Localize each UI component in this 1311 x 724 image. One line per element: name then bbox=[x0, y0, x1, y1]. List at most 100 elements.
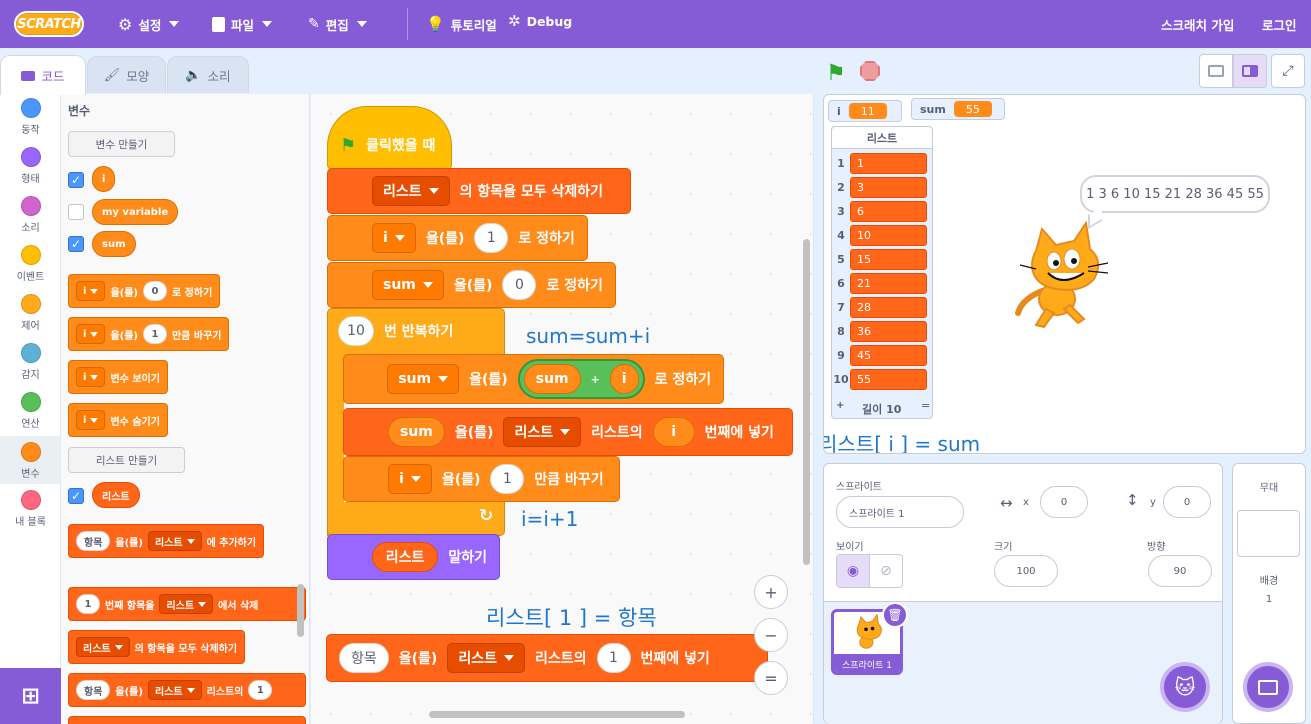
green-flag-button[interactable]: ⚑ bbox=[826, 61, 846, 86]
item-input[interactable]: 항목 bbox=[76, 531, 111, 551]
category-myblocks[interactable]: 내 블록 bbox=[0, 490, 61, 528]
insert-sum-block[interactable]: sum 을(를) 리스트 리스트의 i 번째에 넣기 bbox=[343, 408, 793, 456]
edit-menu[interactable]: ✎ 편집 bbox=[308, 0, 367, 48]
list-monitor[interactable]: 리스트 1 1 2 3 3 6 4 10 5 15 6 21 7 28 8 36 9 45 10 55 + 길이 10… bbox=[831, 126, 933, 419]
category-looks[interactable]: 형태 bbox=[0, 147, 61, 185]
join-link[interactable]: 스크래치 가입 bbox=[1161, 0, 1234, 48]
value-input[interactable]: 0 bbox=[142, 281, 167, 301]
category-variables[interactable]: 변수 bbox=[0, 436, 61, 484]
list-item[interactable]: 21 bbox=[850, 272, 927, 294]
tab-code[interactable]: 코드 bbox=[0, 55, 86, 95]
set-sum-block[interactable]: sum 을(를) 0 로 정하기 bbox=[327, 262, 616, 308]
set-variable-block[interactable]: i 을(를) 0 로 정하기 bbox=[68, 274, 221, 308]
i-reporter[interactable]: i bbox=[609, 364, 639, 394]
variable-dropdown[interactable]: i bbox=[76, 410, 106, 430]
category-operators[interactable]: 연산 bbox=[0, 392, 61, 430]
add-operator[interactable]: sum + i bbox=[517, 359, 645, 399]
category-sound[interactable]: 소리 bbox=[0, 196, 61, 234]
value-input[interactable]: 1 bbox=[490, 464, 525, 494]
zoom-in-button[interactable]: + bbox=[754, 575, 788, 609]
make-list-button[interactable]: 리스트 만들기 bbox=[68, 447, 185, 473]
script-workspace[interactable]: ⚑ 클릭했을 때 리스트 의 항목을 모두 삭제하기 i 을(를) 1 로 정하… bbox=[311, 94, 814, 724]
list-item[interactable]: 1 bbox=[850, 152, 927, 174]
zoom-out-button[interactable]: − bbox=[754, 618, 788, 652]
list-item[interactable]: 10 bbox=[850, 224, 927, 246]
say-block[interactable]: 리스트 말하기 bbox=[327, 534, 500, 580]
monitor-i[interactable]: i 11 bbox=[828, 100, 902, 122]
file-menu[interactable]: 파일 bbox=[212, 0, 273, 48]
list-item[interactable]: 36 bbox=[850, 320, 927, 342]
list-dropdown[interactable]: 리스트 bbox=[447, 643, 525, 673]
variable-dropdown[interactable]: sum bbox=[387, 364, 460, 394]
list-dropdown[interactable]: 리스트 bbox=[147, 680, 202, 700]
var-sum-reporter[interactable]: sum bbox=[92, 231, 136, 257]
y-input[interactable]: 0 bbox=[1163, 486, 1211, 518]
change-variable-block[interactable]: i 을(를) 1 만큼 바꾸기 bbox=[68, 317, 230, 351]
stage[interactable]: i 11 sum 55 리스트 1 1 2 3 3 6 4 10 5 15 6 21 7 28 8 36 9 45… bbox=[823, 94, 1306, 454]
insert-at-list-block[interactable]: 항목 을(를) 리스트 리스트의 1 bbox=[68, 673, 306, 707]
loose-insert-block[interactable]: 항목 을(를) 리스트 리스트의 1 번째에 넣기 bbox=[326, 634, 768, 682]
list-reporter[interactable]: 리스트 bbox=[92, 482, 140, 508]
partial-block[interactable] bbox=[68, 716, 306, 724]
index-input[interactable]: 1 bbox=[596, 643, 631, 673]
list-resize-handle[interactable]: = bbox=[921, 399, 930, 412]
palette-scrollbar[interactable] bbox=[297, 584, 304, 637]
repeat-count-input[interactable]: 10 bbox=[338, 316, 374, 346]
tab-costumes[interactable]: 🖌 모양 bbox=[87, 56, 166, 93]
add-to-list-block[interactable]: 항목 을(를) 리스트 에 추가하기 bbox=[68, 524, 265, 558]
hide-variable-block[interactable]: i 변수 숨기기 bbox=[68, 403, 168, 437]
index-input[interactable]: 1 bbox=[76, 594, 100, 614]
change-i-block[interactable]: i 을(를) 1 만큼 바꾸기 bbox=[343, 456, 620, 502]
scratch-logo[interactable]: SCRATCH bbox=[14, 11, 84, 37]
list-checkbox[interactable] bbox=[68, 488, 84, 504]
list-dropdown[interactable]: 리스트 bbox=[372, 176, 450, 206]
set-i-block[interactable]: i 을(를) 1 로 정하기 bbox=[327, 215, 588, 261]
category-control[interactable]: 제어 bbox=[0, 294, 61, 332]
zoom-reset-button[interactable]: = bbox=[754, 661, 788, 695]
var-myvariable-reporter[interactable]: my variable bbox=[92, 199, 179, 225]
list-reporter[interactable]: 리스트 bbox=[371, 542, 439, 572]
list-item[interactable]: 3 bbox=[850, 176, 927, 198]
choose-sprite-button[interactable]: 🐱 bbox=[1160, 662, 1210, 712]
category-events[interactable]: 이벤트 bbox=[0, 245, 61, 283]
variable-dropdown[interactable]: i bbox=[388, 464, 432, 494]
tab-sounds[interactable]: 🔈 소리 bbox=[167, 56, 249, 93]
show-variable-block[interactable]: i 변수 보이기 bbox=[68, 360, 168, 394]
delete-from-list-block[interactable]: 1 번째 항목을 리스트 에서 삭제 bbox=[68, 587, 306, 621]
sum-reporter[interactable]: sum bbox=[388, 417, 445, 447]
list-dropdown[interactable]: 리스트 bbox=[147, 531, 202, 551]
variable-dropdown[interactable]: i bbox=[372, 223, 416, 253]
cat-sprite[interactable] bbox=[1012, 221, 1122, 331]
x-input[interactable]: 0 bbox=[1040, 486, 1088, 518]
signin-link[interactable]: 로그인 bbox=[1262, 0, 1297, 48]
make-variable-button[interactable]: 변수 만들기 bbox=[68, 131, 175, 157]
var-myvariable-checkbox[interactable] bbox=[68, 204, 84, 220]
value-input[interactable]: 1 bbox=[142, 324, 167, 344]
stage-target-pane[interactable]: 무대 배경 1 bbox=[1232, 463, 1306, 724]
var-i-reporter[interactable]: i bbox=[92, 166, 116, 192]
stop-button[interactable] bbox=[860, 61, 880, 81]
variable-dropdown[interactable]: sum bbox=[372, 270, 444, 300]
list-item[interactable]: 15 bbox=[850, 248, 927, 270]
variable-dropdown[interactable]: i bbox=[76, 367, 106, 387]
index-input[interactable]: 1 bbox=[248, 680, 273, 700]
workspace-hscroll[interactable] bbox=[429, 711, 685, 718]
tutorials-button[interactable]: 💡 튜토리얼 bbox=[426, 0, 497, 48]
list-item[interactable]: 28 bbox=[850, 296, 927, 318]
category-motion[interactable]: 동작 bbox=[0, 98, 61, 136]
list-item[interactable]: 55 bbox=[850, 368, 927, 390]
small-stage-button[interactable] bbox=[1199, 54, 1233, 88]
item-input[interactable]: 항목 bbox=[339, 643, 389, 673]
i-reporter[interactable]: i bbox=[652, 417, 695, 447]
monitor-sum[interactable]: sum 55 bbox=[911, 98, 1005, 120]
size-input[interactable]: 100 bbox=[994, 555, 1058, 587]
item-input[interactable]: 항목 bbox=[76, 680, 111, 700]
list-item[interactable]: 6 bbox=[850, 200, 927, 222]
settings-menu[interactable]: ⚙ 설정 bbox=[118, 0, 180, 48]
set-sum-plus-block[interactable]: sum 을(를) sum + i 로 정하기 bbox=[343, 354, 724, 404]
list-dropdown[interactable]: 리스트 bbox=[503, 417, 582, 447]
when-flag-clicked-block[interactable]: ⚑ 클릭했을 때 bbox=[327, 106, 452, 170]
delete-all-of-list-block[interactable]: 리스트 의 항목을 모두 삭제하기 bbox=[327, 168, 631, 214]
list-dropdown[interactable]: 리스트 bbox=[159, 594, 214, 614]
variable-dropdown[interactable]: i bbox=[76, 281, 106, 301]
